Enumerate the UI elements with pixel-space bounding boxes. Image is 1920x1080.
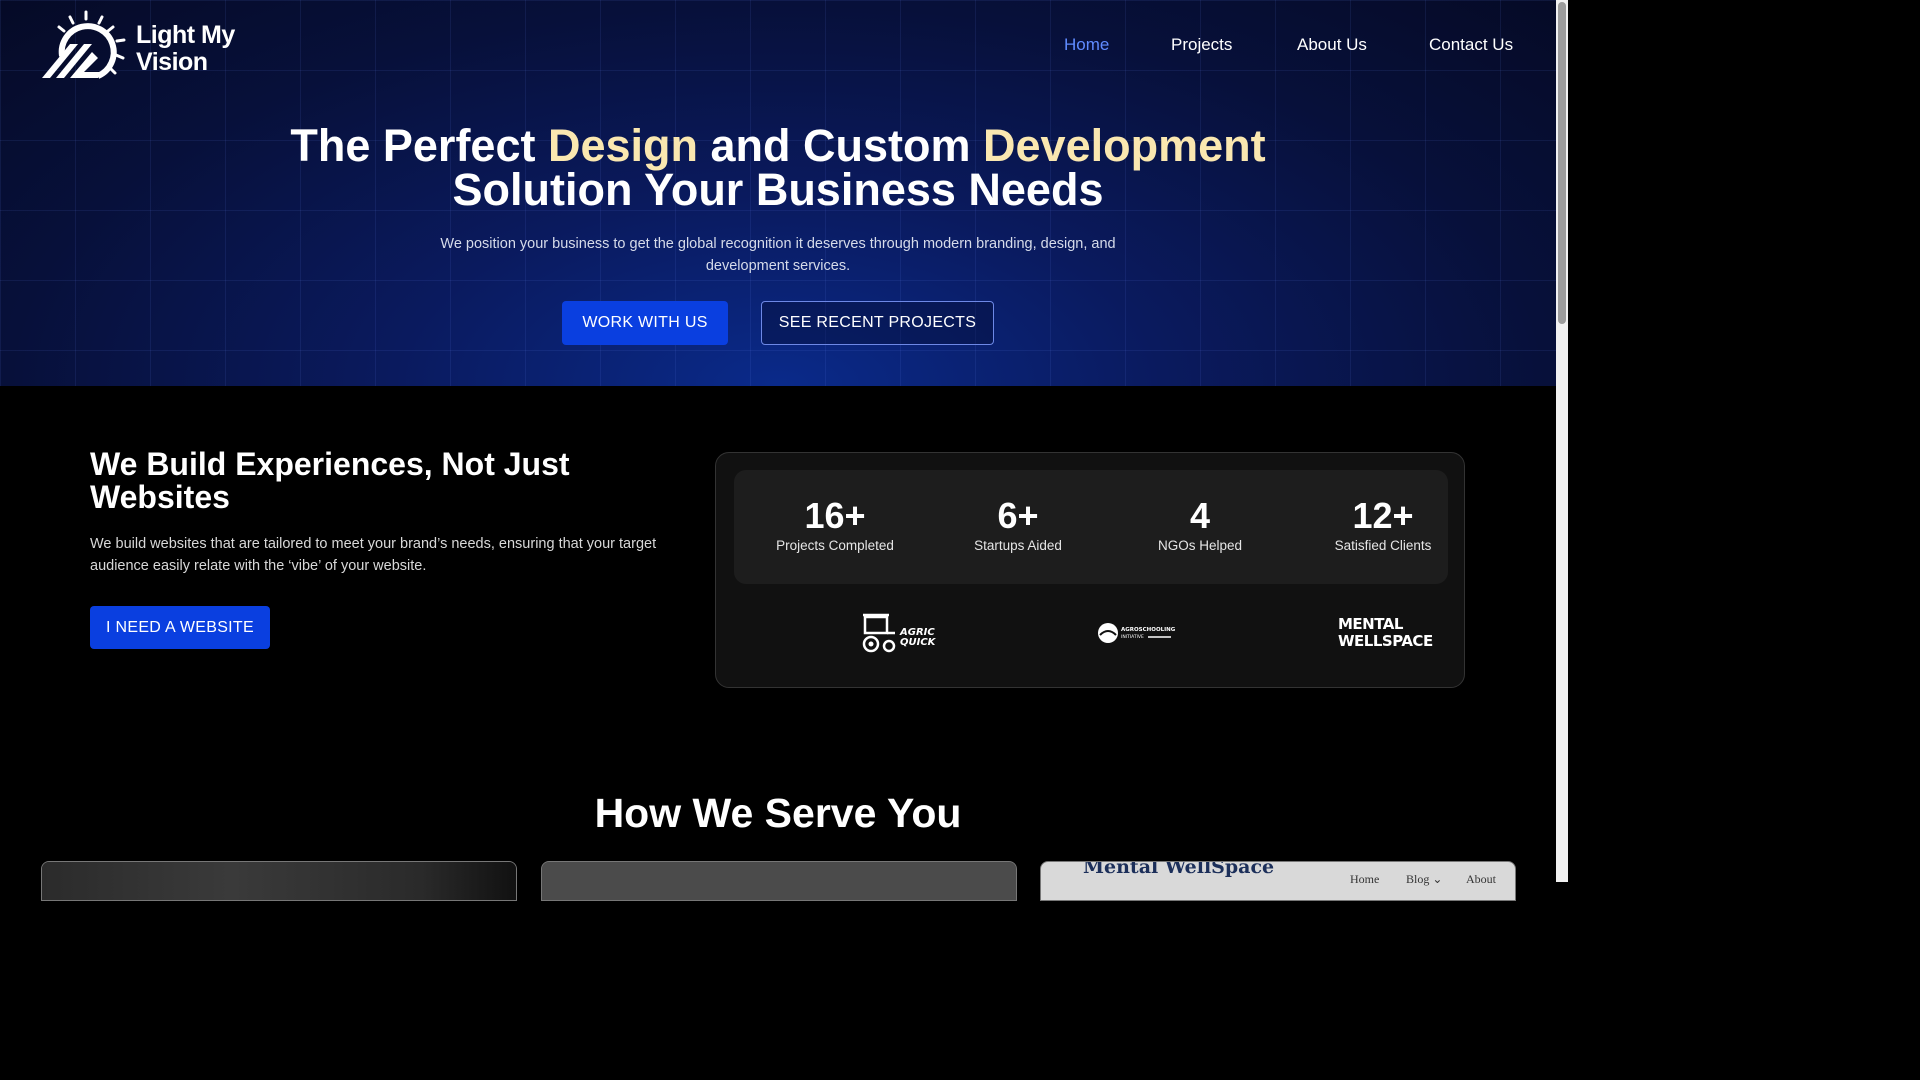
agroschooling-initiative-logo: AGROSCHOOLING INITIATIVE (1096, 611, 1176, 655)
mental-wellspace-word-2: WELLSPACE (1338, 632, 1433, 650)
stat-label: Startups Aided (974, 538, 1062, 553)
agric-quick-logo: AGRIC QUICK (859, 611, 939, 655)
sun-logo-icon (42, 10, 126, 79)
tractor-icon: AGRIC QUICK (862, 613, 937, 653)
service-card-2-image (542, 862, 1016, 900)
service-card-3[interactable]: Mental WellSpace Home Blog ⌄ About (1040, 861, 1516, 901)
svg-text:QUICK: QUICK (900, 637, 937, 648)
svg-text:INITIATIVE: INITIATIVE (1121, 634, 1144, 640)
see-recent-projects-button[interactable]: SEE RECENT PROJECTS (761, 301, 994, 345)
stat-label: Projects Completed (776, 538, 894, 553)
service-card-3-nav-blog-label: Blog (1406, 872, 1430, 886)
chevron-down-icon: ⌄ (1432, 872, 1443, 886)
stat-value: 4 (1189, 495, 1211, 536)
service-card-1-image (42, 862, 516, 900)
work-with-us-button[interactable]: WORK WITH US (562, 301, 728, 345)
services-section-title: How We Serve You (594, 790, 962, 836)
stat-label: Satisfied Clients (1334, 538, 1432, 553)
build-section-text: We build websites that are tailored to m… (90, 536, 657, 574)
brand-name-line2: Vision (136, 48, 208, 76)
service-card-3-nav-about: About (1466, 872, 1496, 886)
stat-value: 12+ (1352, 495, 1414, 536)
stats-panel: 16+ Projects Completed 6+ Startups Aided… (734, 470, 1448, 584)
hero-title: The Perfect Design and Custom Developmen… (0, 123, 1556, 215)
nav-about-us[interactable]: About Us (1297, 35, 1367, 55)
i-need-a-website-button[interactable]: I NEED A WEBSITE (90, 606, 270, 649)
hero-title-line2: Solution Your Business Needs (452, 164, 1104, 215)
agroschooling-emblem-icon: AGROSCHOOLING INITIATIVE (1098, 623, 1176, 643)
brand-name: Light My Vision (136, 22, 235, 76)
brand-name-line1: Light My (136, 21, 235, 49)
service-card-3-title: Mental WellSpace (1083, 861, 1275, 878)
service-card-2[interactable] (541, 861, 1017, 901)
stat-ngos-helped: 4 NGOs Helped (1110, 495, 1290, 554)
hero-subtitle: We position your business to get the glo… (440, 236, 1116, 274)
stat-projects-completed: 16+ Projects Completed (745, 495, 925, 554)
build-section-title: We Build Experiences, Not Just Websites (90, 446, 570, 515)
mental-wellspace-wordmark: MENTAL WELLSPACE (1338, 616, 1433, 650)
stat-value: 16+ (804, 495, 866, 536)
hero-title-line1: The Perfect Design and Custom Developmen… (0, 123, 1556, 168)
svg-text:AGROSCHOOLING: AGROSCHOOLING (1121, 627, 1176, 633)
nav-contact-us[interactable]: Contact Us (1429, 35, 1513, 55)
hero-section: Light My Vision Home Projects About Us C… (0, 0, 1556, 386)
service-card-1[interactable] (41, 861, 517, 901)
page-scrollbar[interactable] (1556, 0, 1568, 882)
stat-startups-aided: 6+ Startups Aided (928, 495, 1108, 554)
service-card-3-nav-blog: Blog ⌄ (1406, 872, 1442, 887)
stats-card: 16+ Projects Completed 6+ Startups Aided… (715, 452, 1465, 688)
stat-value: 6+ (997, 495, 1039, 536)
stat-satisfied-clients: 12+ Satisfied Clients (1293, 495, 1473, 554)
stat-label: NGOs Helped (1157, 538, 1243, 553)
service-card-3-nav-home: Home (1350, 872, 1380, 886)
nav-projects[interactable]: Projects (1171, 35, 1232, 55)
mental-wellspace-logo: MENTAL WELLSPACE (1338, 611, 1433, 655)
scrollbar-thumb[interactable] (1558, 2, 1566, 324)
mental-wellspace-word-1: MENTAL (1338, 615, 1403, 633)
brand-logo[interactable]: Light My Vision (40, 10, 240, 82)
nav-home[interactable]: Home (1064, 35, 1109, 55)
